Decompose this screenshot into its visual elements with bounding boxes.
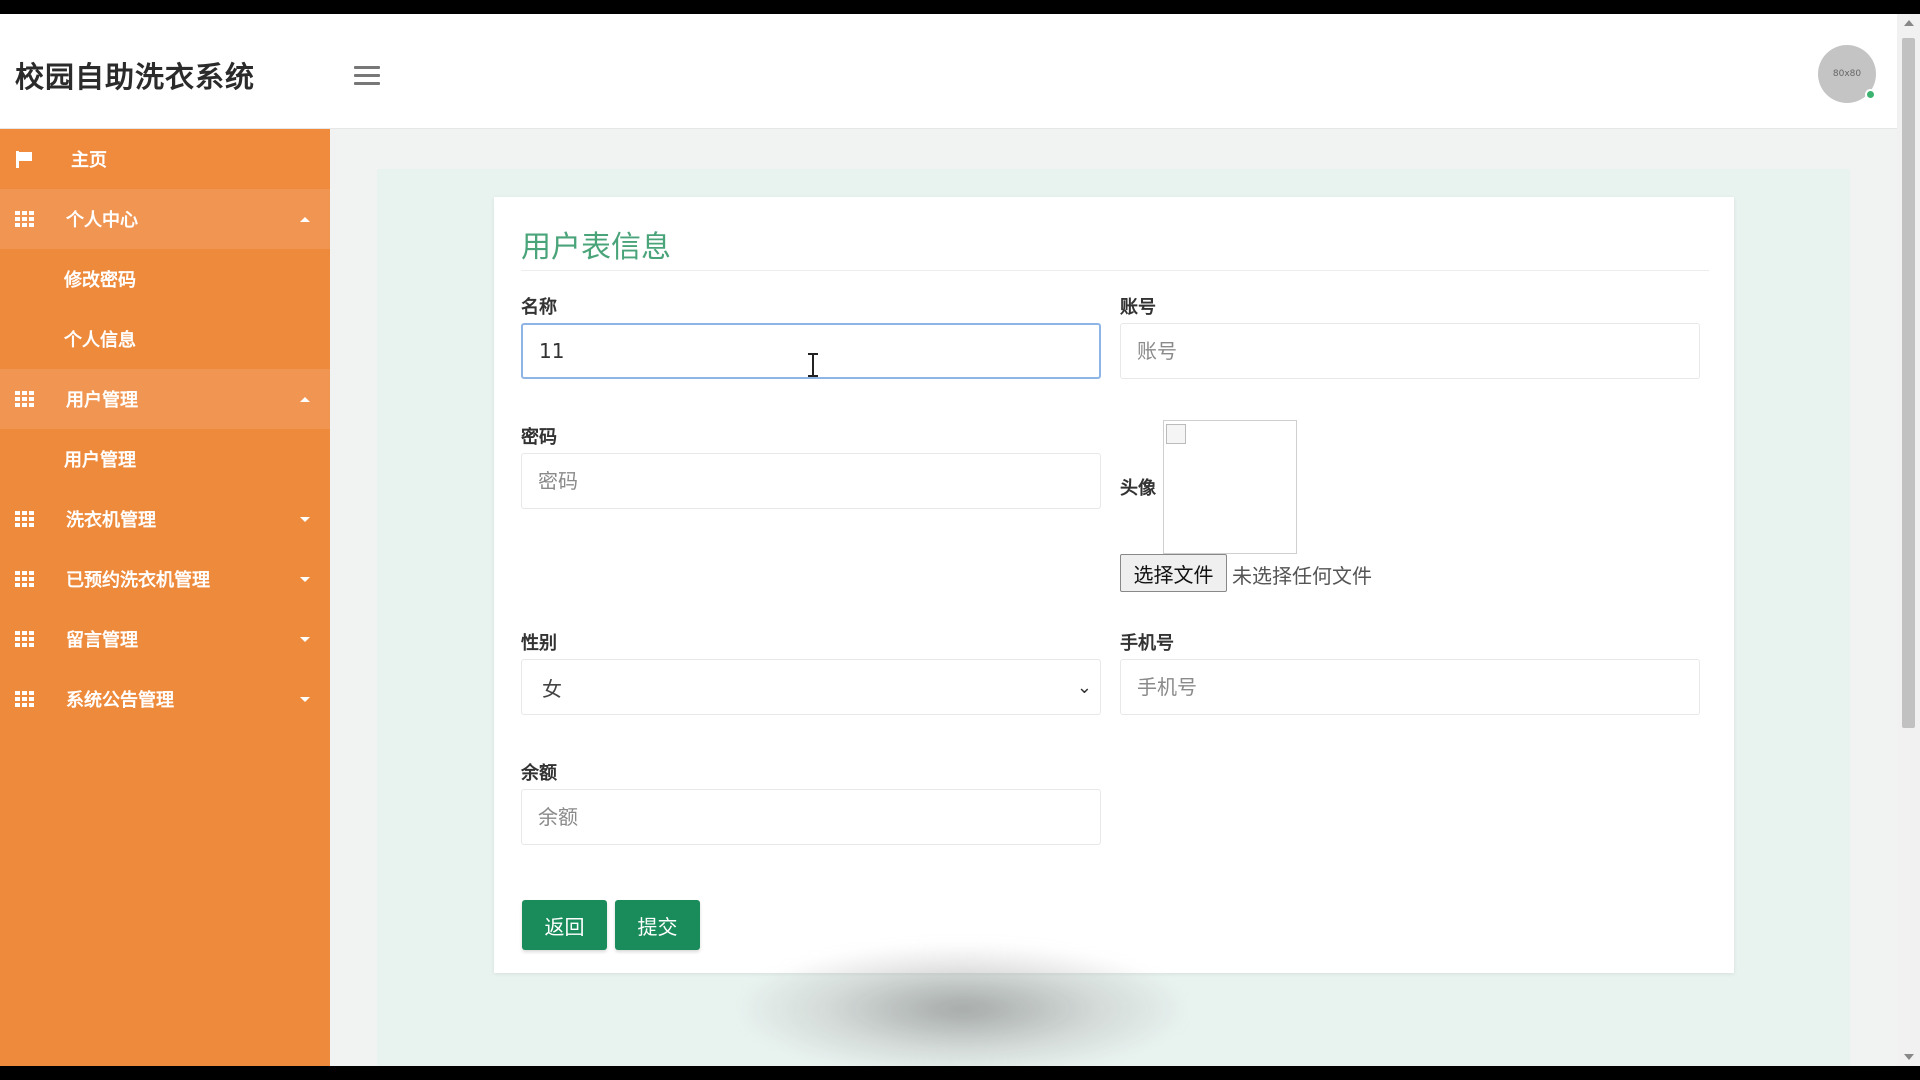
grid-icon [14, 631, 34, 647]
gender-label: 性别 [521, 633, 557, 654]
caret-down-icon [300, 636, 310, 642]
phone-label: 手机号 [1120, 633, 1174, 654]
balance-label: 余额 [521, 763, 557, 784]
grid-icon [14, 391, 34, 407]
menu-toggle-icon[interactable] [354, 66, 380, 86]
password-label: 密码 [521, 427, 557, 448]
form-title: 用户表信息 [521, 230, 671, 265]
caret-down-icon [300, 516, 310, 522]
choose-file-button[interactable]: 选择文件 [1120, 554, 1227, 592]
sidebar-item-reserved-washer-management[interactable]: 已预约洗衣机管理 [0, 549, 330, 609]
sidebar-item-washer-management[interactable]: 洗衣机管理 [0, 489, 330, 549]
app-title: 校园自助洗衣系统 [15, 60, 256, 94]
gender-select[interactable]: 女 ⌄ [521, 659, 1101, 715]
sidebar: 主页 个人中心 修改密码 个人信息 用户管理 用户管理 洗衣机管理 已预约洗衣机… [0, 129, 330, 1066]
scroll-thumb[interactable] [1902, 38, 1915, 728]
text-cursor-icon [808, 353, 818, 377]
sidebar-item-label: 系统公告管理 [66, 690, 174, 711]
app-window: 校园自助洗衣系统 80x80 主页 个人中心 修改密码 个人信息 用户管理 用户… [0, 14, 1920, 1066]
scroll-up-arrow-icon[interactable] [1904, 20, 1914, 26]
page-scrollbar[interactable] [1897, 14, 1920, 1066]
account-input[interactable] [1120, 323, 1700, 379]
account-label: 账号 [1120, 297, 1156, 318]
sidebar-item-label: 留言管理 [66, 630, 138, 651]
grid-icon [14, 691, 34, 707]
grid-icon [14, 511, 34, 527]
sidebar-item-announcement-management[interactable]: 系统公告管理 [0, 669, 330, 729]
sidebar-subitem-change-password[interactable]: 修改密码 [0, 249, 330, 309]
sidebar-item-message-management[interactable]: 留言管理 [0, 609, 330, 669]
sidebar-item-label: 已预约洗衣机管理 [66, 570, 210, 591]
top-header: 校园自助洗衣系统 80x80 [0, 14, 1897, 129]
caret-up-icon [300, 396, 310, 402]
chevron-down-icon: ⌄ [1076, 677, 1092, 698]
name-label: 名称 [521, 297, 557, 318]
sidebar-subitem-user-management[interactable]: 用户管理 [0, 429, 330, 489]
sidebar-item-user-management[interactable]: 用户管理 [0, 369, 330, 429]
blurred-watermark [740, 944, 1185, 1066]
caret-down-icon [300, 576, 310, 582]
sidebar-item-label: 用户管理 [66, 390, 138, 411]
submit-button[interactable]: 提交 [615, 900, 700, 950]
online-status-dot [1865, 89, 1876, 100]
file-status-text: 未选择任何文件 [1232, 564, 1372, 588]
caret-up-icon [300, 216, 310, 222]
flag-icon [14, 150, 34, 168]
avatar-label: 头像 [1120, 478, 1156, 499]
sidebar-item-label: 洗衣机管理 [66, 510, 156, 531]
phone-input[interactable] [1120, 659, 1700, 715]
password-input[interactable] [521, 453, 1101, 509]
sidebar-item-label: 个人中心 [66, 210, 138, 231]
sidebar-item-label: 主页 [71, 150, 107, 171]
sidebar-item-personal-center[interactable]: 个人中心 [0, 189, 330, 249]
gender-selected-value: 女 [542, 676, 562, 701]
broken-image-icon [1166, 424, 1186, 444]
scroll-down-arrow-icon[interactable] [1904, 1054, 1914, 1060]
avatar-preview-image [1163, 420, 1297, 554]
back-button[interactable]: 返回 [522, 900, 607, 950]
title-divider [521, 270, 1709, 271]
sidebar-item-home[interactable]: 主页 [0, 129, 330, 189]
grid-icon [14, 211, 34, 227]
sidebar-subitem-personal-info[interactable]: 个人信息 [0, 309, 330, 369]
grid-icon [14, 571, 34, 587]
caret-down-icon [300, 696, 310, 702]
user-form-card: 用户表信息 名称 账号 密码 头像 选择文件 未选择任何文件 性别 女 ⌄ 手机… [494, 197, 1734, 973]
balance-input[interactable] [521, 789, 1101, 845]
